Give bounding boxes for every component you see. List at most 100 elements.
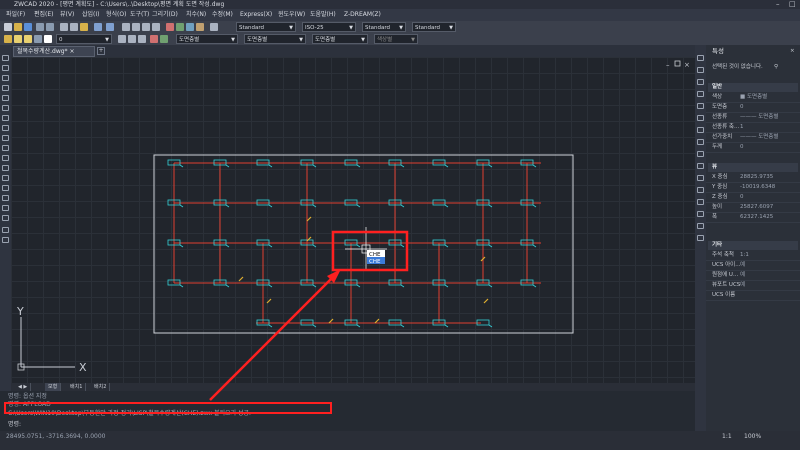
pan-icon[interactable] [122, 23, 130, 31]
construction-line-icon[interactable] [2, 65, 9, 71]
offset-icon[interactable] [697, 91, 704, 97]
prop-row[interactable]: 두께 0 [706, 143, 800, 153]
tab-model[interactable]: 모형 [45, 383, 62, 391]
point-icon[interactable] [2, 185, 9, 191]
polyline-icon[interactable] [2, 75, 9, 81]
trim-icon[interactable] [697, 151, 704, 157]
erase-icon[interactable] [697, 235, 704, 241]
prop-row[interactable]: 선가중치 ——— 도면층별 [706, 133, 800, 143]
paste-icon[interactable] [80, 23, 88, 31]
ellipse-icon[interactable] [2, 145, 9, 151]
prop-row[interactable]: 선종류 ——— 도면층별 [706, 113, 800, 123]
polygon-icon[interactable] [2, 85, 9, 91]
match-props-icon[interactable] [150, 35, 158, 43]
redo-icon[interactable] [106, 23, 114, 31]
spline-icon[interactable] [2, 135, 9, 141]
menu-edit[interactable]: 편집(E) [34, 9, 54, 21]
prop-row[interactable]: UCS 이름 [706, 291, 800, 301]
copy-object-icon[interactable] [697, 67, 704, 73]
layer-freeze-icon[interactable] [24, 35, 32, 43]
dynamic-input-tooltip[interactable]: CHE CHE [367, 250, 385, 265]
section-general[interactable]: 일반 [708, 83, 798, 92]
lineweight-select[interactable]: 도면층별 ▼ [312, 34, 368, 44]
table-style-select[interactable]: Standard ▼ [362, 22, 406, 32]
menu-modify[interactable]: 수정(M) [212, 9, 233, 21]
hatch-icon[interactable] [2, 195, 9, 201]
layer-color-icon[interactable] [44, 35, 52, 43]
section-misc[interactable]: 기타 [708, 241, 798, 250]
menu-express[interactable]: Express(X) [240, 9, 272, 21]
text-style-select[interactable]: Standard ▼ [236, 22, 296, 32]
cut-icon[interactable] [60, 23, 68, 31]
layer-states-icon[interactable] [138, 35, 146, 43]
layer-lock-icon[interactable] [34, 35, 42, 43]
quick-select-icon[interactable]: ⚲ [774, 63, 778, 72]
command-prompt[interactable]: 명령: [8, 419, 21, 428]
menu-window[interactable]: 윈도우(W) [278, 9, 305, 21]
break-icon[interactable] [697, 175, 704, 181]
menu-draw[interactable]: 그리기(D) [152, 9, 178, 21]
gradient-icon[interactable] [2, 205, 9, 211]
tab-layout2[interactable]: 배치2 [91, 383, 111, 391]
print-icon[interactable] [36, 23, 44, 31]
tool-palettes-icon[interactable] [186, 23, 194, 31]
circle-icon[interactable] [2, 115, 9, 121]
menu-zdream[interactable]: Z-DREAM(Z) [344, 9, 381, 21]
color-select[interactable]: 도면층별 ▼ [176, 34, 238, 44]
prop-row[interactable]: 주석 축척 1:1 [706, 251, 800, 261]
help-icon[interactable] [210, 23, 218, 31]
menu-view[interactable]: 뷰(V) [60, 9, 74, 21]
tab-layout1[interactable]: 배치1 [67, 383, 87, 391]
layer-iso-icon[interactable] [160, 35, 168, 43]
prop-row[interactable]: 선종류 축... 1 [706, 123, 800, 133]
command-line[interactable]: 명령: 옵션 지정 명령: APPLOAD C:\Users\WIN10\Des… [0, 391, 695, 431]
close-icon[interactable]: × [788, 0, 800, 9]
section-view[interactable]: 뷰 [708, 163, 798, 172]
rectangle-icon[interactable] [2, 95, 9, 101]
layer-manager-icon[interactable] [4, 35, 12, 43]
make-block-icon[interactable] [2, 175, 9, 181]
menu-file[interactable]: 파일(F) [6, 9, 25, 21]
rotate-icon[interactable] [697, 115, 704, 121]
annotation-scale[interactable]: 1:1 [722, 433, 732, 440]
mtext-icon[interactable] [2, 237, 9, 243]
menu-dimension[interactable]: 치수(N) [186, 9, 206, 21]
zoom-window-icon[interactable] [142, 23, 150, 31]
dim-style-select[interactable]: ISO-25 ▼ [302, 22, 356, 32]
menu-help[interactable]: 도움말(H) [310, 9, 336, 21]
arc-icon[interactable] [2, 105, 9, 111]
move-icon[interactable] [697, 55, 704, 61]
prop-row[interactable]: Z 중심 0 [706, 193, 800, 203]
layer-on-icon[interactable] [14, 35, 22, 43]
properties-icon[interactable] [166, 23, 174, 31]
menu-insert[interactable]: 삽입(I) [82, 9, 100, 21]
open-folder-icon[interactable] [14, 23, 22, 31]
insert-block-icon[interactable] [2, 165, 9, 171]
prop-row[interactable]: 높이 25827.6097 [706, 203, 800, 213]
preview-icon[interactable] [46, 23, 54, 31]
region-icon[interactable] [2, 215, 9, 221]
zoom-level[interactable]: 100% [744, 433, 761, 440]
menu-format[interactable]: 형식(O) [106, 9, 126, 21]
layout-nav-icon[interactable]: ◀ ▶ [15, 383, 32, 391]
new-tab-button[interactable]: + [97, 47, 105, 55]
menu-tools[interactable]: 도구(T) [130, 9, 149, 21]
calculator-icon[interactable] [196, 23, 204, 31]
prop-row[interactable]: 폭 62327.1425 [706, 213, 800, 223]
revcloud-icon[interactable] [2, 125, 9, 131]
prop-row[interactable]: 뷰포트 UCS 예 [706, 281, 800, 291]
join-icon[interactable] [697, 187, 704, 193]
design-center-icon[interactable] [176, 23, 184, 31]
save-icon[interactable] [24, 23, 32, 31]
plotstyle-select[interactable]: 색상별 ▼ [374, 34, 418, 44]
explode-icon[interactable] [697, 223, 704, 229]
prop-row[interactable]: X 중심 28825.9735 [706, 173, 800, 183]
zoom-previous-icon[interactable] [152, 23, 160, 31]
prop-row[interactable]: 원점에 U... 예 [706, 271, 800, 281]
layer-select[interactable]: 0 ▼ [56, 34, 112, 44]
scale-icon[interactable] [697, 127, 704, 133]
panel-close-icon[interactable]: × [790, 47, 795, 56]
fillet-icon[interactable] [697, 211, 704, 217]
ellipse-arc-icon[interactable] [2, 155, 9, 161]
new-file-icon[interactable] [4, 23, 12, 31]
